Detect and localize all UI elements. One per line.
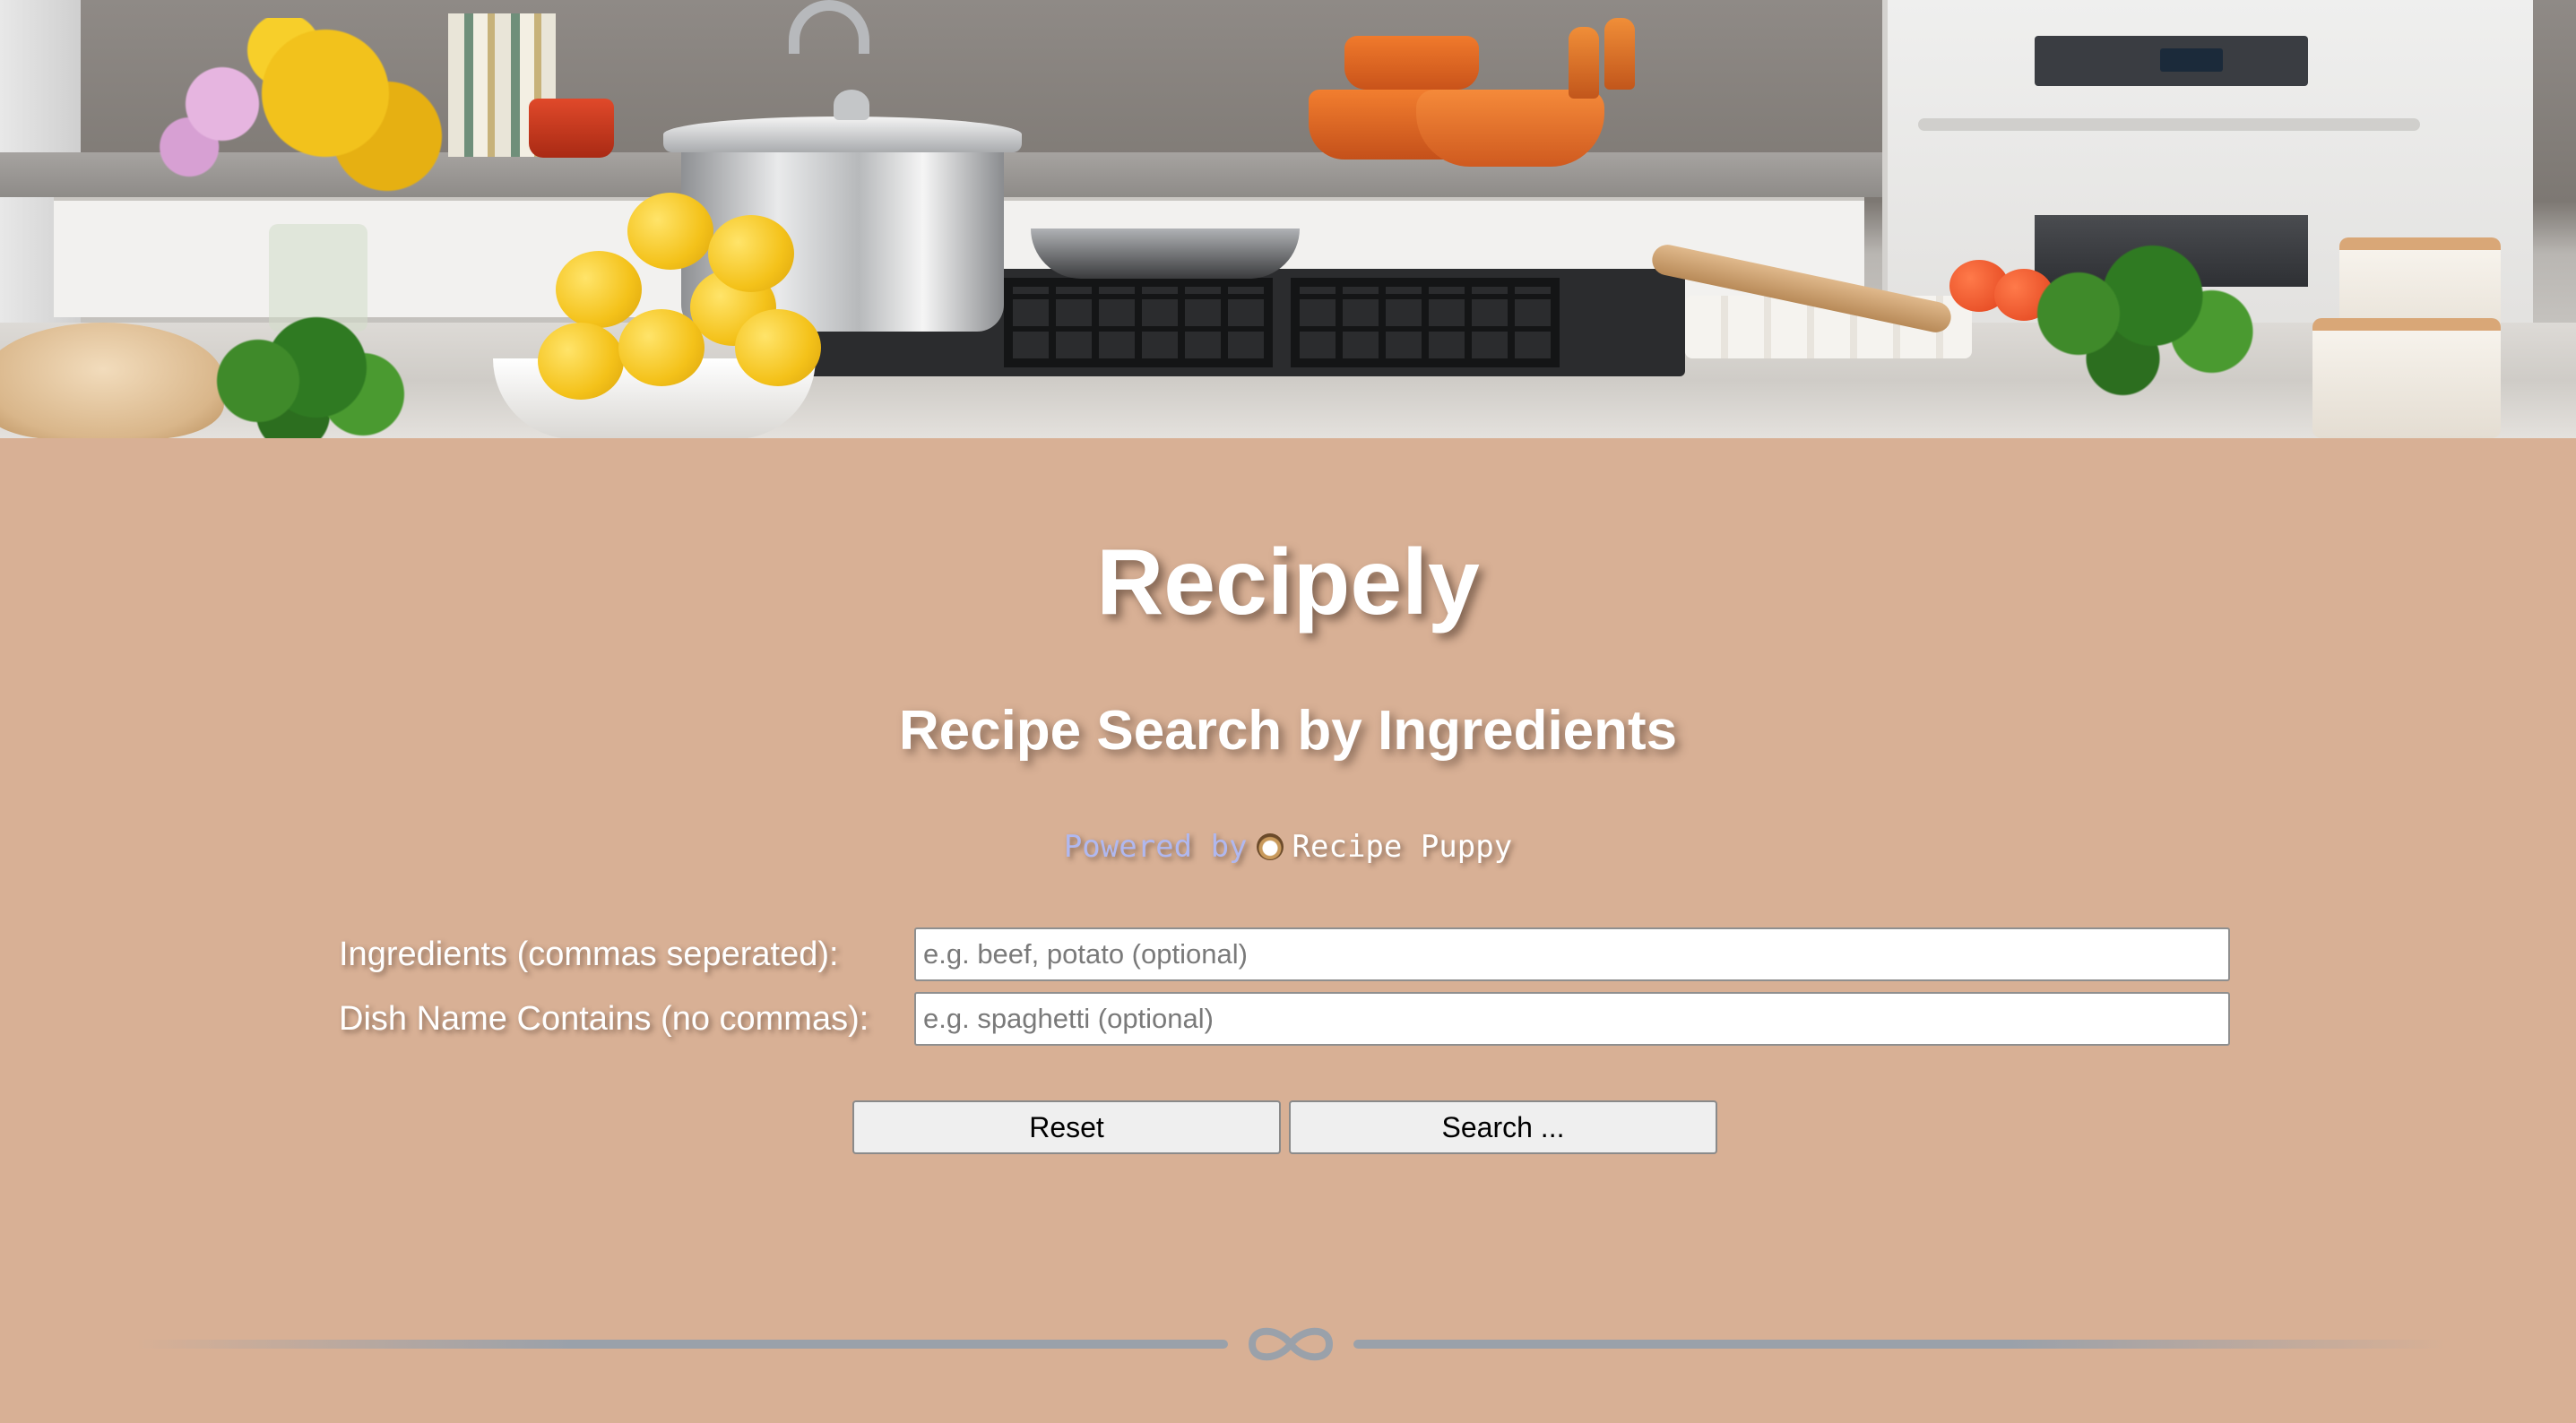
hero-oven-handle xyxy=(1918,118,2420,131)
ingredients-label: Ingredients (commas seperated): xyxy=(339,936,839,973)
hero-pot-lid xyxy=(663,116,1022,152)
hero-red-pot xyxy=(529,99,614,158)
ingredients-row: Ingredients (commas seperated): xyxy=(0,927,2576,981)
hero-dutch-oven xyxy=(1416,90,1604,167)
dish-name-row: Dish Name Contains (no commas): xyxy=(0,992,2576,1046)
hero-flowers xyxy=(99,18,511,233)
hero-pepper-grinder xyxy=(1604,18,1635,90)
hero-pot-knob xyxy=(834,90,869,120)
hero-pan xyxy=(1031,229,1300,279)
footer-divider-right xyxy=(1353,1340,2447,1349)
hero-dutch-oven xyxy=(1344,36,1479,90)
page-title: Recipely xyxy=(1096,530,1480,634)
hero-lemon xyxy=(556,251,642,328)
dish-name-input[interactable] xyxy=(914,992,2230,1046)
ingredients-input[interactable] xyxy=(914,927,2230,981)
hero-pepper-grinder xyxy=(1569,27,1599,99)
hero-lemon xyxy=(627,193,713,270)
dish-name-label: Dish Name Contains (no commas): xyxy=(339,1000,869,1038)
footer-divider-left xyxy=(134,1340,1228,1349)
hero-faucet xyxy=(789,0,869,54)
hero-canister xyxy=(2312,318,2501,438)
powered-by-prefix: Powered by xyxy=(1063,829,1248,865)
recipe-puppy-link[interactable]: Recipe Puppy xyxy=(1292,829,1513,865)
hero-kitchen-banner xyxy=(0,0,2576,438)
reset-button[interactable]: Reset xyxy=(852,1100,1281,1154)
hero-lemon xyxy=(735,309,821,386)
hero-grate xyxy=(1291,278,1560,367)
hero-grate xyxy=(1004,278,1273,367)
hero-herbs xyxy=(1990,224,2286,403)
infinity-icon xyxy=(1249,1327,1333,1361)
hero-lemon xyxy=(618,309,705,386)
hero-lemon xyxy=(708,215,794,292)
page-subtitle: Recipe Search by Ingredients xyxy=(898,700,1678,762)
search-button[interactable]: Search ... xyxy=(1289,1100,1717,1154)
hero-herbs xyxy=(188,314,421,438)
powered-by-line: Powered by Recipe Puppy xyxy=(0,824,2576,869)
hero-lemon xyxy=(538,323,624,400)
puppy-icon xyxy=(1256,833,1284,860)
hero-oven-display xyxy=(2160,48,2223,72)
